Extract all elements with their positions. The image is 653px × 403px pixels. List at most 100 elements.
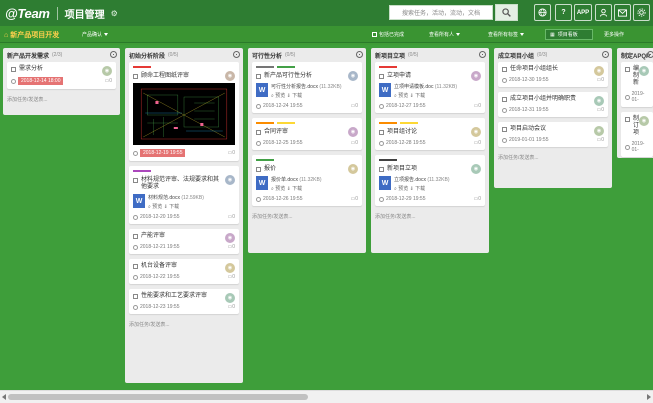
- task-checkbox[interactable]: [256, 130, 261, 135]
- project-select[interactable]: 产品确认: [82, 31, 109, 38]
- avatar[interactable]: ◉: [102, 66, 112, 76]
- search-input[interactable]: 搜索任务，活动，流动，文档: [389, 5, 493, 20]
- horizontal-scrollbar[interactable]: [0, 390, 653, 403]
- list-settings-icon[interactable]: [356, 51, 363, 58]
- task-checkbox[interactable]: [379, 130, 384, 135]
- more-actions-button[interactable]: 更多操作: [604, 31, 624, 38]
- task-checkbox[interactable]: [379, 74, 384, 79]
- list-settings-icon[interactable]: [479, 51, 486, 58]
- task-card[interactable]: 项目组讨论 ◉ 2018-12-28 19:55 ▭0: [375, 118, 485, 150]
- scroll-left-icon[interactable]: [2, 394, 6, 400]
- task-card[interactable]: 机台设备评审 ◉ 2018-12-22 19:55 ▭0: [129, 259, 239, 284]
- add-task-link[interactable]: 添加任务/发送表...: [371, 211, 489, 222]
- attachment[interactable]: W 可行性分析报告.docx (11.32KB) ⌕ 预览 ⇓ 下载: [256, 83, 358, 99]
- user-icon[interactable]: [595, 4, 612, 21]
- preview-link[interactable]: ⌕ 预览: [271, 93, 285, 99]
- list-settings-icon[interactable]: [602, 51, 609, 58]
- task-checkbox[interactable]: [625, 117, 630, 122]
- search-button[interactable]: [495, 4, 518, 21]
- task-card[interactable]: 编制新 ◉ 2019-01-: [621, 62, 653, 107]
- download-link[interactable]: ⇓ 下载: [164, 204, 180, 210]
- avatar[interactable]: ◉: [348, 164, 358, 174]
- task-card[interactable]: 需求分析 ◉ 2018-12-14 18:00 ▭0: [7, 62, 116, 89]
- list-settings-icon[interactable]: [110, 51, 117, 58]
- add-task-link[interactable]: 添加任务/发送表...: [248, 211, 366, 222]
- preview-link[interactable]: ⌕ 预览: [148, 204, 162, 210]
- preview-link[interactable]: ⌕ 预览: [394, 93, 408, 99]
- download-link[interactable]: ⇓ 下载: [410, 93, 426, 99]
- avatar[interactable]: ◉: [225, 175, 235, 185]
- avatar[interactable]: ◉: [225, 71, 235, 81]
- download-link[interactable]: ⇓ 下载: [287, 186, 303, 192]
- task-card[interactable]: 任命项目小组组长 ◉ 2018-12-30 19:55 ▭0: [498, 62, 608, 87]
- task-checkbox[interactable]: [256, 167, 261, 172]
- add-task-link[interactable]: 添加任务/发送表...: [3, 94, 120, 105]
- task-checkbox[interactable]: [133, 74, 138, 79]
- gear-icon[interactable]: [633, 4, 650, 21]
- download-link[interactable]: ⇓ 下载: [287, 93, 303, 99]
- task-card[interactable]: 制订项 ◉ 2019-01-: [621, 112, 653, 157]
- download-link[interactable]: ⇓ 下载: [410, 186, 426, 192]
- tag-filter[interactable]: 查看所有标签: [488, 31, 525, 38]
- app-button[interactable]: APP: [574, 4, 592, 21]
- task-card[interactable]: 成立项目小组并明确职责 ◉ 2018-12-31 19:55 ▭0: [498, 92, 608, 117]
- task-card[interactable]: 项目启动会议 ◉ 2019-01-01 19:55 ▭0: [498, 122, 608, 147]
- avatar[interactable]: ◉: [348, 71, 358, 81]
- avatar[interactable]: ◉: [594, 66, 604, 76]
- avatar[interactable]: ◉: [639, 66, 649, 76]
- add-task-link[interactable]: 添加任务/发送表...: [125, 319, 243, 330]
- attachment[interactable]: W 报价单.docx (11.32KB) ⌕ 预览 ⇓ 下载: [256, 176, 358, 192]
- scroll-right-icon[interactable]: [647, 394, 651, 400]
- task-checkbox[interactable]: [11, 67, 16, 72]
- avatar[interactable]: ◉: [225, 293, 235, 303]
- add-task-link[interactable]: 添加任务/发送表...: [494, 152, 612, 163]
- task-card[interactable]: 新项目立项 ◉ W 立项报告.docx (11.32KB) ⌕ 预览 ⇓ 下载 2018-…: [375, 155, 485, 206]
- avatar[interactable]: ◉: [348, 127, 358, 137]
- task-checkbox[interactable]: [625, 67, 630, 72]
- help-icon[interactable]: ?: [555, 4, 572, 21]
- list-settings-icon[interactable]: [233, 51, 240, 58]
- attachment[interactable]: W 立项申请模板.doc (11.32KB) ⌕ 预览 ⇓ 下载: [379, 83, 481, 99]
- due-date: 2019-01-01 19:55: [509, 137, 549, 143]
- task-card[interactable]: 性能要求和工艺要求评审 ◉ 2018-12-23 19:55 ▭0: [129, 289, 239, 314]
- globe-icon[interactable]: [534, 4, 551, 21]
- task-checkbox[interactable]: [133, 178, 138, 183]
- preview-link[interactable]: ⌕ 预览: [394, 186, 408, 192]
- task-checkbox[interactable]: [133, 234, 138, 239]
- attachment[interactable]: W 材料规范.docx (12.59KB) ⌕ 预览 ⇓ 下载: [133, 194, 235, 210]
- show-done-checkbox[interactable]: 包括已完成: [372, 31, 404, 38]
- mail-icon[interactable]: [614, 4, 631, 21]
- team-logo[interactable]: @Team: [5, 6, 50, 21]
- avatar[interactable]: ◉: [594, 96, 604, 106]
- task-checkbox[interactable]: [502, 127, 507, 132]
- owner-filter[interactable]: 查看所有人: [429, 31, 461, 38]
- cad-drawing-image[interactable]: [133, 83, 235, 145]
- avatar[interactable]: ◉: [225, 263, 235, 273]
- project-name[interactable]: ⌂ 新产品项目开发: [4, 30, 59, 40]
- task-card[interactable]: 顾命工程图纸评审 ◉ 2018-12-19 19:55 ▭0: [129, 62, 239, 161]
- task-checkbox[interactable]: [256, 74, 261, 79]
- avatar[interactable]: ◉: [639, 116, 649, 126]
- avatar[interactable]: ◉: [471, 164, 481, 174]
- task-checkbox[interactable]: [502, 97, 507, 102]
- attachment[interactable]: W 立项报告.docx (11.32KB) ⌕ 预览 ⇓ 下载: [379, 176, 481, 192]
- task-checkbox[interactable]: [379, 167, 384, 172]
- avatar[interactable]: ◉: [225, 233, 235, 243]
- avatar[interactable]: ◉: [471, 127, 481, 137]
- task-checkbox[interactable]: [133, 264, 138, 269]
- view-select[interactable]: ▦ 项目看板: [545, 29, 593, 40]
- avatar[interactable]: ◉: [471, 71, 481, 81]
- task-card[interactable]: 材料规范评审、法规要求和其他要求 ◉ W 材料规范.docx (12.59KB) ⌕ 预…: [129, 166, 239, 224]
- avatar[interactable]: ◉: [594, 126, 604, 136]
- settings-icon[interactable]: ⚙: [111, 9, 118, 18]
- preview-link[interactable]: ⌕ 预览: [271, 186, 285, 192]
- task-checkbox[interactable]: [133, 294, 138, 299]
- list-settings-icon[interactable]: [647, 51, 653, 58]
- scrollbar-thumb[interactable]: [8, 394, 308, 400]
- task-checkbox[interactable]: [502, 67, 507, 72]
- task-card[interactable]: 立项申请 ◉ W 立项申请模板.doc (11.32KB) ⌕ 预览 ⇓ 下载 2018-…: [375, 62, 485, 113]
- task-card[interactable]: 报价 ◉ W 报价单.docx (11.32KB) ⌕ 预览 ⇓ 下载 2018-12-2…: [252, 155, 362, 206]
- task-card[interactable]: 产能评审 ◉ 2018-12-21 19:55 ▭0: [129, 229, 239, 254]
- task-card[interactable]: 新产品可行性分析 ◉ W 可行性分析报告.docx (11.32KB) ⌕ 预览 ⇓ 下…: [252, 62, 362, 113]
- task-card[interactable]: 合同评审 ◉ 2018-12-25 19:55 ▭0: [252, 118, 362, 150]
